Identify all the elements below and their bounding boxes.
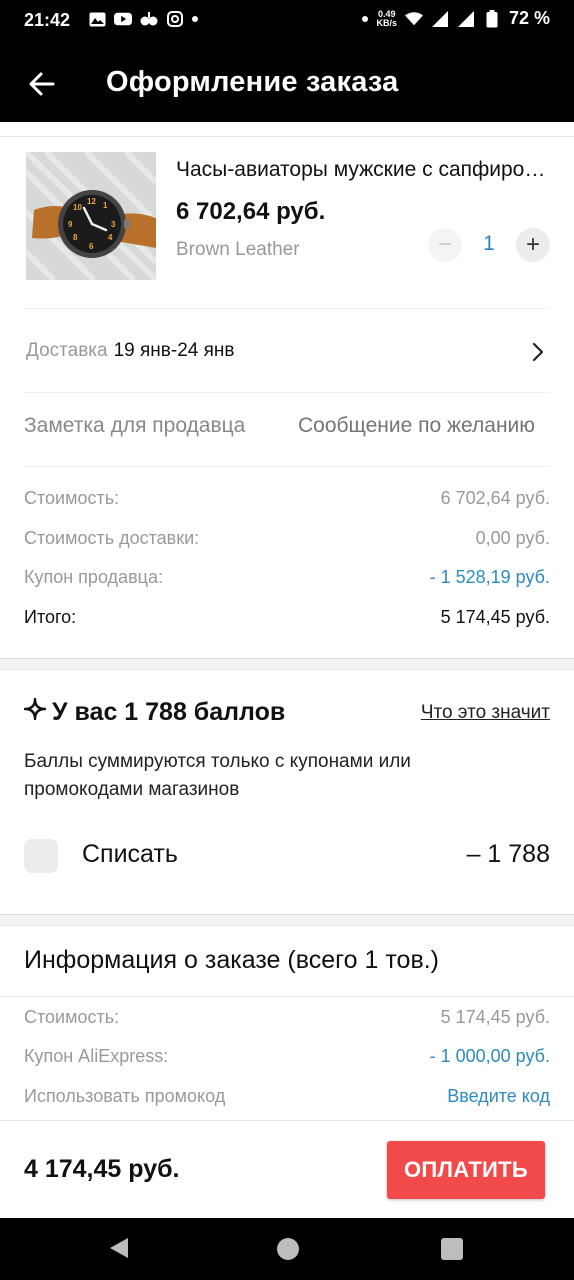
delivery-dates: 19 янв-24 янв <box>113 340 235 361</box>
svg-text:4: 4 <box>108 233 113 242</box>
order-row-promocode[interactable]: Использовать промокод Введите код <box>24 1086 550 1107</box>
section-separator <box>0 658 574 670</box>
instagram-icon <box>166 10 184 28</box>
signal-2-icon <box>457 10 475 28</box>
section-separator <box>0 914 574 926</box>
summary-label: Стоимость: <box>24 488 120 508</box>
system-icons: 0.49 KB/s 72 % <box>362 8 550 29</box>
divider <box>0 136 574 137</box>
battery-percent: 72 % <box>508 8 550 28</box>
seller-note-input[interactable] <box>298 414 550 438</box>
spend-points-label: Списать <box>82 840 178 868</box>
wifi-icon <box>404 10 423 28</box>
divider <box>24 466 550 467</box>
order-value: 5 174,45 руб. <box>440 1007 550 1027</box>
battery-icon <box>483 9 501 28</box>
nav-back-icon[interactable] <box>108 1236 130 1265</box>
product-title[interactable]: Часы-авиаторы мужские с сапфировым стекл… <box>176 158 550 182</box>
summary-label: Итого: <box>24 607 77 627</box>
grand-total: 4 174,45 руб. <box>24 1155 180 1183</box>
summary-row-shipping: Стоимость доставки: 0,00 руб. <box>24 528 550 549</box>
points-title: У вас 1 788 баллов <box>23 697 286 727</box>
summary-value: 0,00 руб. <box>475 528 550 548</box>
svg-text:12: 12 <box>87 197 96 206</box>
summary-value: 6 702,64 руб. <box>440 488 550 508</box>
checkout-content[interactable]: 12 3 6 9 1 4 8 10 Часы-авиаторы мужские с сапф… <box>0 122 574 1120</box>
pay-button[interactable]: ОПЛАТИТЬ <box>387 1141 545 1199</box>
order-label: Купон AliExpress: <box>24 1046 169 1066</box>
checkout-bottom-bar: 4 174,45 руб. ОПЛАТИТЬ <box>0 1120 574 1218</box>
quantity-increase-button[interactable]: + <box>516 228 550 262</box>
status-time: 21:42 <box>24 10 71 30</box>
summary-row-seller-coupon[interactable]: Купон продавца: - 1 528,19 руб. <box>24 567 550 588</box>
notification-icons <box>88 10 198 28</box>
spend-points-checkbox[interactable] <box>24 839 58 873</box>
nav-recents-icon[interactable] <box>441 1238 463 1260</box>
divider <box>0 996 574 997</box>
points-description: Баллы суммируются только с купонами или … <box>24 751 411 800</box>
app-bar: Оформление заказа <box>0 42 574 122</box>
divider <box>24 308 550 309</box>
coin-icon <box>23 697 47 727</box>
status-bar: 21:42 0.49 KB/s 72 % <box>0 0 574 42</box>
order-row-aliexpress-coupon[interactable]: Купон AliExpress: - 1 000,00 руб. <box>24 1046 550 1067</box>
gallery-icon <box>88 10 106 28</box>
summary-label: Купон продавца: <box>24 567 163 587</box>
svg-text:8: 8 <box>73 233 78 242</box>
order-label: Стоимость: <box>24 1007 120 1027</box>
svg-text:9: 9 <box>68 220 73 229</box>
quantity-decrease-button[interactable]: − <box>428 228 462 262</box>
order-label: Использовать промокод <box>24 1086 226 1106</box>
svg-text:10: 10 <box>73 203 82 212</box>
chevron-right-icon <box>532 342 544 367</box>
svg-text:1: 1 <box>103 201 108 210</box>
summary-value: 5 174,45 руб. <box>440 607 550 627</box>
spend-points-value: – 1 788 <box>466 840 550 868</box>
order-info-title: Информация о заказе (всего 1 тов.) <box>24 946 439 974</box>
page-title: Оформление заказа <box>106 66 399 98</box>
summary-row-total: Итого: 5 174,45 руб. <box>24 607 550 628</box>
net-speed: 0.49 KB/s <box>376 9 397 28</box>
delivery-label: Доставка <box>26 340 108 361</box>
points-info-link[interactable]: Что это значит <box>421 702 550 724</box>
system-nav-bar <box>0 1218 574 1280</box>
app-icon <box>140 10 158 28</box>
aliexpress-coupon-value[interactable]: - 1 000,00 руб. <box>430 1046 550 1067</box>
arrow-left-icon <box>29 72 55 96</box>
product-price: 6 702,64 руб. <box>176 198 326 225</box>
delivery-row[interactable]: Доставка 19 янв-24 янв <box>26 340 550 370</box>
product-variant: Brown Leather <box>176 239 300 260</box>
product-image[interactable]: 12 3 6 9 1 4 8 10 <box>26 152 156 280</box>
more-notifications-dot <box>192 16 198 22</box>
nav-home-icon[interactable] <box>277 1238 299 1260</box>
order-row-cost: Стоимость: 5 174,45 руб. <box>24 1007 550 1028</box>
seller-note-row: Заметка для продавца <box>24 414 550 444</box>
youtube-icon <box>114 10 132 28</box>
divider <box>24 392 550 393</box>
net-speed-unit: KB/s <box>376 17 397 28</box>
points-title-text: У вас 1 788 баллов <box>52 698 286 726</box>
svg-text:3: 3 <box>111 220 116 229</box>
seller-coupon-value[interactable]: - 1 528,19 руб. <box>430 567 550 588</box>
seller-note-label: Заметка для продавца <box>24 414 246 437</box>
summary-label: Стоимость доставки: <box>24 528 200 548</box>
quantity-value: 1 <box>483 232 495 255</box>
signal-icon <box>431 10 449 28</box>
indicator-dot <box>362 15 369 22</box>
summary-row-cost: Стоимость: 6 702,64 руб. <box>24 488 550 509</box>
enter-promocode-link[interactable]: Введите код <box>447 1086 550 1107</box>
svg-text:6: 6 <box>89 242 94 251</box>
back-button[interactable] <box>22 64 62 104</box>
